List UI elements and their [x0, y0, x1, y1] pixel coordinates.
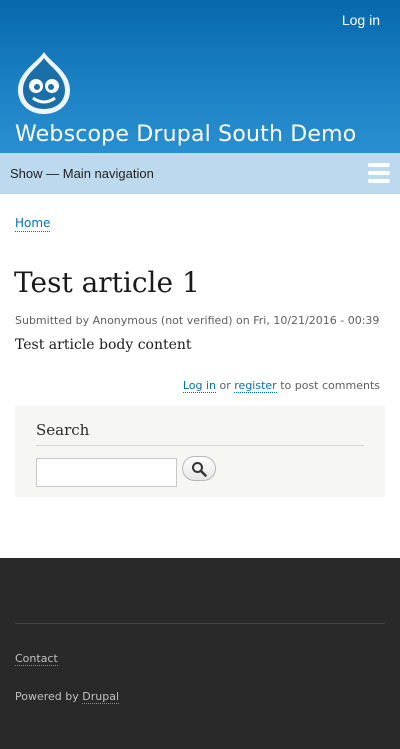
login-link[interactable]: Log in: [342, 12, 380, 28]
hamburger-icon[interactable]: [368, 163, 390, 185]
drupal-logo-icon[interactable]: [14, 50, 74, 116]
footer-divider: [15, 623, 385, 624]
page-title: Test article 1: [14, 266, 200, 299]
breadcrumb-home-link[interactable]: Home: [15, 216, 51, 232]
nav-toggle-label[interactable]: Show — Main navigation: [10, 166, 154, 181]
article-body: Test article body content: [15, 337, 192, 353]
submitted-info: Submitted by Anonymous (not verified) on…: [15, 314, 380, 327]
search-input[interactable]: [36, 458, 177, 487]
search-block-title: Search: [36, 421, 90, 439]
search-block: Search: [15, 406, 385, 497]
search-button[interactable]: [182, 456, 216, 481]
search-icon: [192, 461, 207, 477]
main-navigation-bar: Show — Main navigation: [0, 153, 400, 194]
powered-by-prefix: Powered by: [15, 690, 79, 703]
site-footer: Contact Powered by Drupal: [0, 558, 400, 749]
site-name[interactable]: Webscope Drupal South Demo: [15, 122, 356, 147]
powered-by: Powered by Drupal: [15, 690, 120, 704]
footer-contact-link[interactable]: Contact: [15, 652, 58, 666]
site-header: Log in Webscope Drupal South Demo: [0, 0, 400, 153]
comment-suffix-text: to post comments: [280, 379, 380, 392]
comment-links: Log in or register to post comments: [182, 379, 380, 393]
comment-or-text: or: [219, 379, 231, 392]
comment-register-link[interactable]: register: [234, 379, 277, 393]
drupal-link[interactable]: Drupal: [82, 690, 120, 704]
search-divider: [36, 445, 364, 446]
comment-login-link[interactable]: Log in: [182, 379, 217, 393]
